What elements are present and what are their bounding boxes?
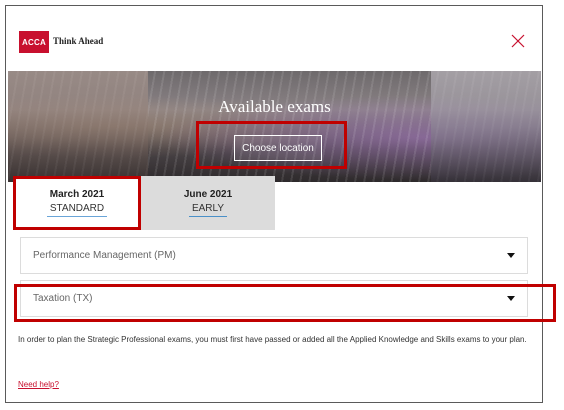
tab-type: STANDARD	[46, 203, 108, 217]
tab-june-2021[interactable]: June 2021 EARLY	[141, 176, 275, 230]
tagline: Think Ahead	[53, 36, 104, 46]
exam-label: Taxation (TX)	[33, 293, 93, 304]
logo-text: ACCA	[22, 37, 46, 47]
tab-month: June 2021	[183, 189, 233, 200]
exam-label: Performance Management (PM)	[33, 250, 176, 261]
tab-march-2021[interactable]: March 2021 STANDARD	[13, 176, 141, 230]
info-text: In order to plan the Strategic Professio…	[18, 335, 527, 344]
choose-location-button[interactable]: Choose location	[234, 135, 322, 161]
hero-banner: Available exams Choose location	[8, 71, 541, 182]
tab-type: EARLY	[188, 203, 228, 217]
exam-dropdown-tx[interactable]: Taxation (TX)	[20, 280, 528, 317]
close-button[interactable]	[509, 32, 527, 50]
close-icon	[511, 34, 525, 48]
caret-down-icon	[507, 296, 515, 301]
exam-dropdown-pm[interactable]: Performance Management (PM)	[20, 237, 528, 274]
hero-image-right	[431, 71, 541, 182]
caret-down-icon	[507, 253, 515, 258]
hero-title: Available exams	[218, 97, 331, 116]
tab-month: March 2021	[49, 189, 105, 200]
need-help-link[interactable]: Need help?	[18, 380, 59, 389]
acca-logo: ACCA	[19, 31, 49, 53]
hero-image-left	[8, 71, 148, 182]
